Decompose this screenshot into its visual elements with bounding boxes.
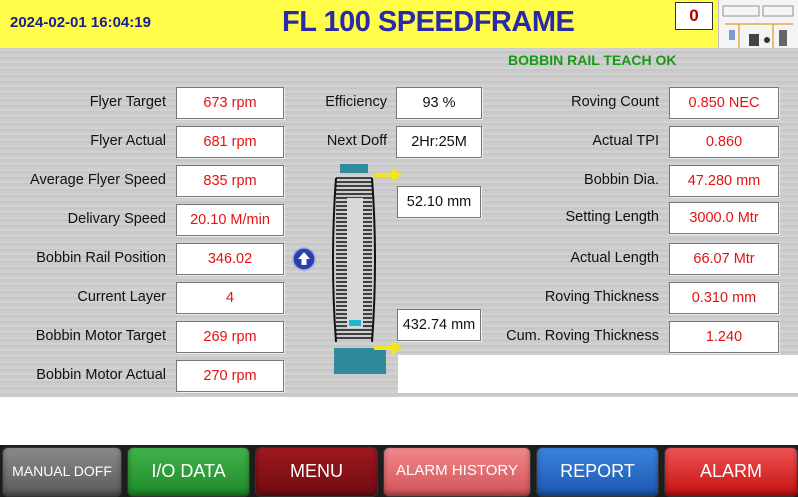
bobbin-dia-value: 47.280 mm: [669, 165, 779, 197]
delivery-speed-value: 20.10 M/min: [176, 204, 284, 236]
bottom-spacer: [0, 397, 798, 445]
efficiency-value: 93 %: [396, 87, 482, 119]
bobbin-top-reading: 52.10 mm: [397, 186, 481, 218]
right-arrow-icon: [374, 341, 404, 355]
param-label: Setting Length: [565, 209, 659, 225]
param-label: Roving Count: [571, 94, 659, 110]
manual-doff-button[interactable]: MANUAL DOFF: [2, 447, 122, 497]
next-doff-value: 2Hr:25M: [396, 126, 482, 158]
status-message: BOBBIN RAIL TEACH OK: [508, 52, 677, 68]
counter-display[interactable]: 0: [675, 2, 713, 30]
average-flyer-speed-value: 835 rpm: [176, 165, 284, 197]
roving-thickness-value[interactable]: 0.310 mm: [669, 282, 779, 314]
io-data-button[interactable]: I/O DATA: [127, 447, 250, 497]
up-arrow-circle-icon[interactable]: [292, 247, 316, 271]
param-label: Flyer Target: [89, 94, 166, 110]
param-label: Roving Thickness: [544, 289, 659, 305]
report-button[interactable]: REPORT: [536, 447, 659, 497]
alarm-button[interactable]: ALARM: [664, 447, 798, 497]
param-label: Average Flyer Speed: [30, 172, 166, 188]
param-label: Bobbin Motor Actual: [36, 367, 166, 383]
param-label: Bobbin Motor Target: [35, 328, 166, 344]
datetime: 2024-02-01 16:04:19: [10, 14, 151, 31]
next-doff-label: Next Doff: [326, 133, 387, 149]
bobbin-motor-actual-value: 270 rpm: [176, 360, 284, 392]
param-label: Actual Length: [570, 250, 659, 266]
roving-count-value[interactable]: 0.850 NEC: [669, 87, 779, 119]
bobbin-motor-target-value[interactable]: 269 rpm: [176, 321, 284, 353]
param-label: Current Layer: [77, 289, 166, 305]
param-label: Delivary Speed: [67, 211, 166, 227]
param-label: Bobbin Dia.: [584, 172, 659, 188]
bobbin-rail-position-value: 346.02: [176, 243, 284, 275]
page-title: FL 100 SPEEDFRAME: [282, 6, 575, 38]
efficiency-label: Efficiency: [325, 94, 387, 110]
param-label: Flyer Actual: [90, 133, 166, 149]
message-area: [398, 355, 798, 393]
param-label: Cum. Roving Thickness: [506, 328, 659, 344]
actual-length-value: 66.07 Mtr: [669, 243, 779, 275]
setting-length-value[interactable]: 3000.0 Mtr: [669, 202, 779, 234]
menu-button[interactable]: MENU: [255, 447, 378, 497]
flyer-target-value[interactable]: 673 rpm: [176, 87, 284, 119]
header-bar: 2024-02-01 16:04:19 FL 100 SPEEDFRAME 0: [0, 0, 718, 49]
current-layer-value: 4: [176, 282, 284, 314]
cum-roving-thickness-value: 1.240: [669, 321, 779, 353]
flyer-actual-value: 681 rpm: [176, 126, 284, 158]
param-label: Actual TPI: [592, 133, 659, 149]
alarm-history-button[interactable]: ALARM HISTORY: [383, 447, 531, 497]
bobbin-bottom-reading: 432.74 mm: [397, 309, 481, 341]
param-label: Bobbin Rail Position: [36, 250, 166, 266]
right-arrow-icon: [374, 168, 404, 182]
actual-tpi-value[interactable]: 0.860: [669, 126, 779, 158]
